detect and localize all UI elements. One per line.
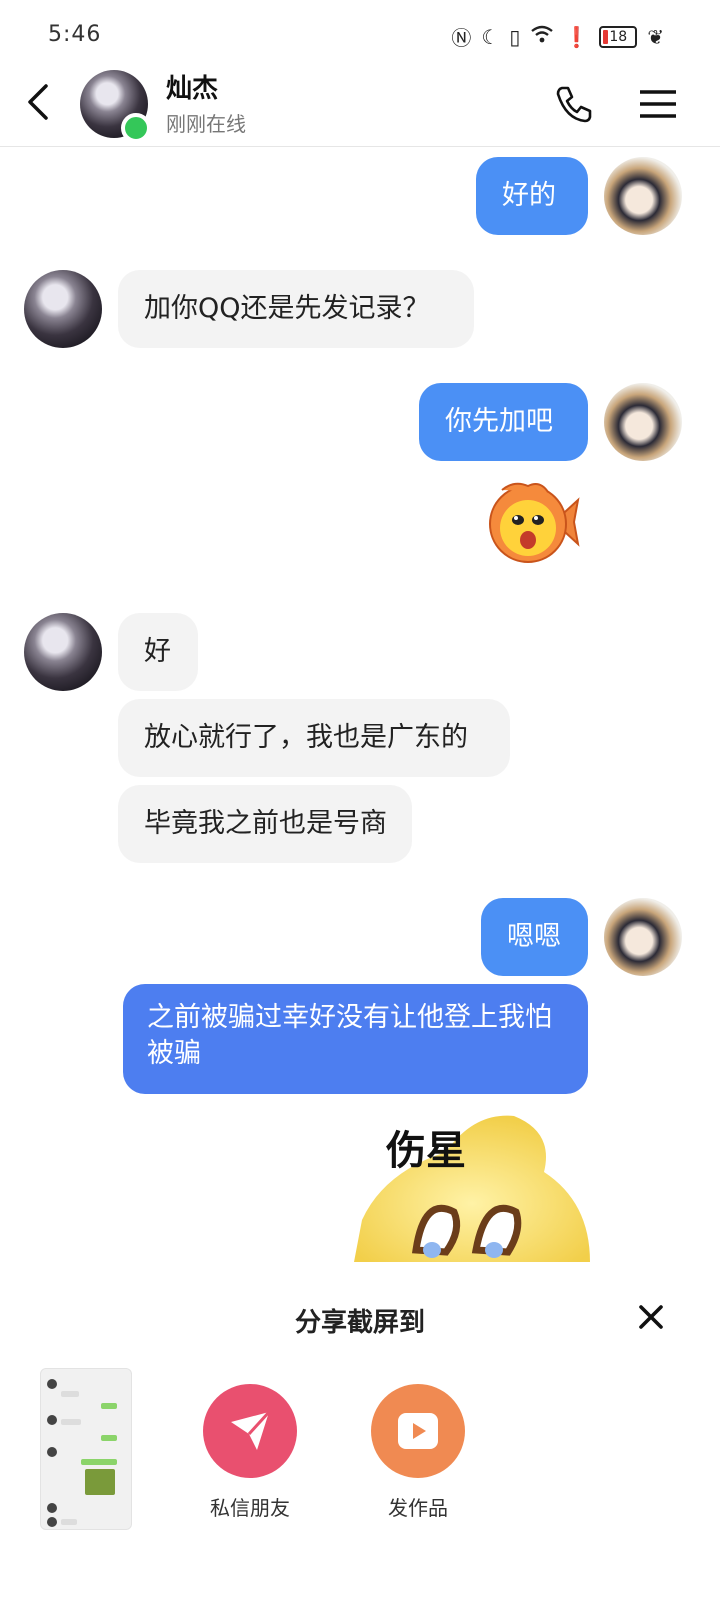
message-bubble-incoming[interactable]: 好 xyxy=(118,613,198,691)
status-icons: Ⓝ ☾ ▯ ❗ 18 ❦ xyxy=(451,22,664,51)
message-bubble-outgoing[interactable]: 你先加吧 xyxy=(419,383,588,461)
message-bubble-outgoing[interactable]: 之前被骗过幸好没有让他登上我怕被骗 xyxy=(123,984,588,1094)
peer-status: 刚刚在线 xyxy=(166,112,246,136)
share-sheet-title: 分享截屏到 xyxy=(294,1308,425,1338)
screenshot-thumbnail[interactable] xyxy=(40,1368,132,1530)
share-to-friend-button[interactable]: 私信朋友 xyxy=(190,1384,310,1521)
battery-icon: 18 xyxy=(599,25,638,48)
back-button[interactable] xyxy=(18,80,62,124)
message-bubble-incoming[interactable]: 毕竟我之前也是号商 xyxy=(118,785,412,863)
fish-emoji-sticker[interactable] xyxy=(484,478,580,566)
status-time: 5:46 xyxy=(48,22,102,47)
peer-name: 灿杰 xyxy=(166,74,219,104)
nfc-icon: Ⓝ xyxy=(451,26,472,50)
peer-avatar[interactable] xyxy=(24,613,102,691)
share-action-label: 私信朋友 xyxy=(210,1496,290,1520)
sticker-caption: 伤星 xyxy=(386,1129,466,1173)
paper-plane-icon xyxy=(203,1384,297,1478)
online-indicator xyxy=(121,113,151,143)
play-icon xyxy=(371,1384,465,1478)
vibrate-icon: ▯ xyxy=(509,24,521,49)
post-work-button[interactable]: 发作品 xyxy=(358,1384,478,1521)
leaf-icon: ❦ xyxy=(647,24,664,49)
message-bubble-outgoing[interactable]: 嗯嗯 xyxy=(481,898,588,976)
phone-call-button[interactable] xyxy=(552,82,596,126)
alert-icon: ❗ xyxy=(564,24,590,49)
share-screenshot-sheet: 分享截屏到 私信朋友 发作品 xyxy=(0,1262,720,1602)
moon-icon: ☾ xyxy=(481,24,500,49)
menu-button[interactable] xyxy=(638,84,678,124)
message-bubble-incoming[interactable]: 放心就行了，我也是广东的 xyxy=(118,699,510,777)
self-avatar[interactable] xyxy=(604,898,682,976)
self-avatar[interactable] xyxy=(604,157,682,235)
message-bubble-incoming[interactable]: 加你QQ还是先发记录？ xyxy=(118,270,474,348)
self-avatar[interactable] xyxy=(604,383,682,461)
wifi-icon xyxy=(530,24,554,49)
battery-level: 18 xyxy=(609,28,628,45)
crying-star-sticker[interactable]: 伤星 xyxy=(354,1112,590,1262)
status-bar: 5:46 Ⓝ ☾ ▯ ❗ 18 ❦ xyxy=(0,0,720,70)
close-icon[interactable] xyxy=(634,1300,668,1334)
message-bubble-outgoing[interactable]: 好的 xyxy=(476,157,588,235)
share-action-label: 发作品 xyxy=(388,1496,448,1520)
chat-header: 灿杰 刚刚在线 xyxy=(0,66,720,147)
peer-avatar[interactable] xyxy=(24,270,102,348)
